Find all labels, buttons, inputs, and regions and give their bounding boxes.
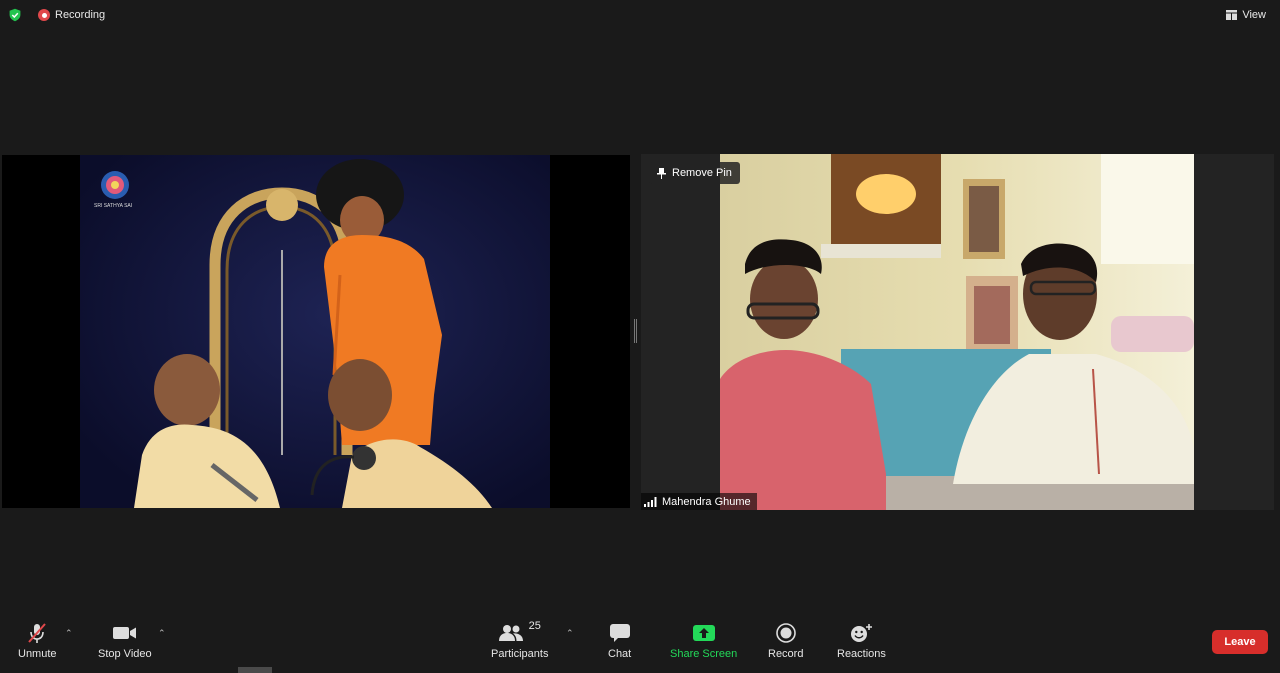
- video-options-chevron-icon[interactable]: ⌃: [158, 628, 166, 639]
- channel-logo-text: SRI SATHYA SAI: [94, 203, 133, 209]
- leave-label: Leave: [1224, 636, 1256, 648]
- signal-strength-icon: [644, 496, 657, 507]
- record-icon: [775, 622, 796, 644]
- view-label: View: [1242, 9, 1266, 21]
- share-screen-icon: [692, 622, 715, 644]
- remove-pin-button[interactable]: Remove Pin: [649, 162, 740, 184]
- recording-indicator[interactable]: Recording: [38, 9, 105, 21]
- chat-label: Chat: [608, 648, 632, 660]
- participants-count: 25: [528, 620, 541, 632]
- share-screen-button[interactable]: Share Screen: [670, 622, 737, 660]
- participants-label: Participants: [491, 648, 549, 660]
- audio-options-chevron-icon[interactable]: ⌃: [65, 628, 73, 639]
- recording-icon: [38, 9, 50, 21]
- participants-icon: [498, 625, 523, 641]
- share-screen-label: Share Screen: [670, 648, 738, 660]
- reactions-button[interactable]: Reactions: [837, 622, 886, 660]
- stop-video-label: Stop Video: [98, 648, 152, 660]
- meeting-toolbar: Unmute ⌃ Stop Video ⌃ 25 Participants ⌃: [0, 613, 1280, 673]
- participant-name-tag: Mahendra Ghume: [641, 493, 757, 510]
- reactions-label: Reactions: [837, 648, 886, 660]
- video-tile-participant[interactable]: Remove Pin Mahendra Ghume: [641, 154, 1274, 510]
- chat-button[interactable]: Chat: [608, 622, 631, 660]
- view-button[interactable]: View: [1226, 9, 1266, 21]
- video-splitter-handle[interactable]: [634, 319, 637, 343]
- grid-view-icon: [1226, 10, 1238, 20]
- participant-video-frame: [641, 154, 1274, 510]
- recording-label: Recording: [55, 9, 106, 21]
- scrollbar-thumb[interactable]: [238, 667, 272, 673]
- stop-video-button[interactable]: Stop Video: [98, 622, 152, 660]
- leave-button[interactable]: Leave: [1212, 630, 1268, 654]
- unmute-label: Unmute: [18, 648, 57, 660]
- participants-options-chevron-icon[interactable]: ⌃: [566, 628, 574, 639]
- shield-check-icon[interactable]: [8, 8, 22, 22]
- unmute-button[interactable]: Unmute: [18, 622, 57, 660]
- top-bar: Recording View: [0, 0, 1280, 30]
- reactions-smiley-icon: [849, 622, 873, 644]
- pin-icon: [657, 167, 666, 179]
- chat-bubble-icon: [609, 622, 630, 644]
- video-tile-shared-feed[interactable]: SRI SATHYA SAI: [2, 155, 630, 508]
- participants-button[interactable]: 25 Participants: [491, 620, 549, 660]
- record-label: Record: [768, 648, 804, 660]
- video-camera-icon: [112, 622, 137, 644]
- record-button[interactable]: Record: [768, 622, 803, 660]
- participant-name: Mahendra Ghume: [662, 495, 751, 508]
- muted-microphone-icon: [26, 622, 48, 644]
- remove-pin-label: Remove Pin: [672, 167, 732, 179]
